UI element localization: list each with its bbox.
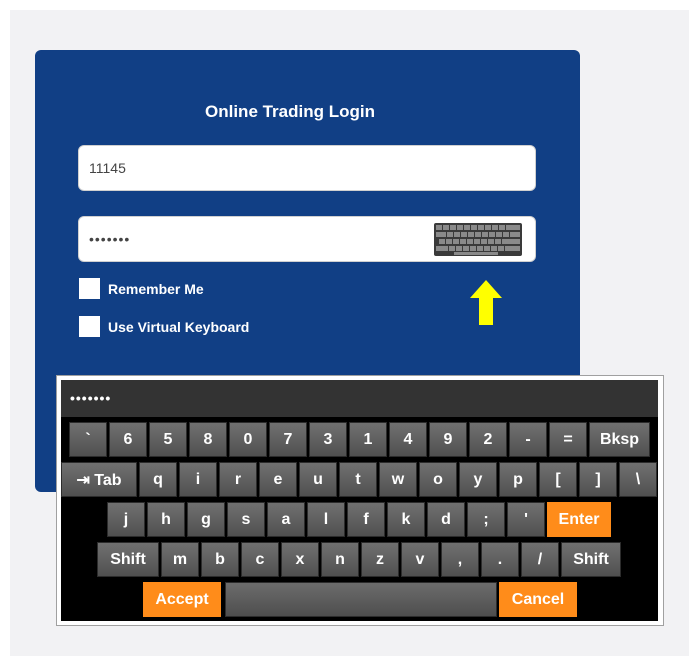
key-d[interactable]: d — [427, 502, 465, 537]
key-bksp[interactable]: Bksp — [589, 422, 650, 457]
key-3[interactable]: 3 — [309, 422, 347, 457]
key-backslash[interactable]: \ — [619, 462, 657, 497]
key-v[interactable]: v — [401, 542, 439, 577]
key-r[interactable]: r — [219, 462, 257, 497]
username-input[interactable] — [78, 145, 536, 191]
key-c[interactable]: c — [241, 542, 279, 577]
keyboard-thumbnail-icon[interactable] — [434, 223, 522, 256]
key-4[interactable]: 4 — [389, 422, 427, 457]
remember-me-row[interactable]: Remember Me — [79, 278, 204, 299]
key-period[interactable]: . — [481, 542, 519, 577]
accept-button[interactable]: Accept — [143, 582, 221, 617]
virtual-keyboard: ••••••• ` 6 5 8 0 7 3 1 4 9 2- = Bksp ⇥ Tab q i r e u t w o y p… — [61, 380, 658, 621]
key-g[interactable]: g — [187, 502, 225, 537]
key-u[interactable]: u — [299, 462, 337, 497]
key-5[interactable]: 5 — [149, 422, 187, 457]
key-t[interactable]: t — [339, 462, 377, 497]
remember-me-checkbox[interactable] — [79, 278, 100, 299]
virtual-keyboard-label: Use Virtual Keyboard — [108, 318, 250, 335]
key-6[interactable]: 6 — [109, 422, 147, 457]
key-semicolon[interactable]: ; — [467, 502, 505, 537]
key-shift-right[interactable]: Shift — [561, 542, 621, 577]
key-w[interactable]: w — [379, 462, 417, 497]
key-b[interactable]: b — [201, 542, 239, 577]
cancel-button[interactable]: Cancel — [499, 582, 577, 617]
key-comma[interactable]: , — [441, 542, 479, 577]
space-bar[interactable] — [225, 582, 497, 617]
key-8[interactable]: 8 — [189, 422, 227, 457]
key-q[interactable]: q — [139, 462, 177, 497]
key-y[interactable]: y — [459, 462, 497, 497]
virtual-keyboard-checkbox[interactable] — [79, 316, 100, 337]
login-title: Online Trading Login — [205, 102, 375, 121]
remember-me-label: Remember Me — [108, 280, 204, 297]
key-1[interactable]: 1 — [349, 422, 387, 457]
key-f[interactable]: f — [347, 502, 385, 537]
key-x[interactable]: x — [281, 542, 319, 577]
key-i[interactable]: i — [179, 462, 217, 497]
key-backtick[interactable]: ` — [69, 422, 107, 457]
key-k[interactable]: k — [387, 502, 425, 537]
key-slash[interactable]: / — [521, 542, 559, 577]
key-a[interactable]: a — [267, 502, 305, 537]
key-z[interactable]: z — [361, 542, 399, 577]
key-p[interactable]: p — [499, 462, 537, 497]
key-h[interactable]: h — [147, 502, 185, 537]
key-left-bracket[interactable]: [ — [539, 462, 577, 497]
key-o[interactable]: o — [419, 462, 457, 497]
key-j[interactable]: j — [107, 502, 145, 537]
arrow-up-icon — [470, 280, 502, 325]
key-tab[interactable]: ⇥ Tab — [61, 462, 137, 497]
key-enter[interactable]: Enter — [547, 502, 611, 537]
key-s[interactable]: s — [227, 502, 265, 537]
key-shift-left[interactable]: Shift — [97, 542, 159, 577]
key-2[interactable]: 2 — [469, 422, 507, 457]
virtual-keyboard-row[interactable]: Use Virtual Keyboard — [79, 316, 249, 337]
key-e[interactable]: e — [259, 462, 297, 497]
keyboard-display: ••••••• — [61, 380, 658, 417]
key-9[interactable]: 9 — [429, 422, 467, 457]
key-m[interactable]: m — [161, 542, 199, 577]
key-quote[interactable]: ' — [507, 502, 545, 537]
key-minus[interactable]: - — [509, 422, 547, 457]
key-right-bracket[interactable]: ] — [579, 462, 617, 497]
key-7[interactable]: 7 — [269, 422, 307, 457]
key-n[interactable]: n — [321, 542, 359, 577]
key-l[interactable]: l — [307, 502, 345, 537]
key-0[interactable]: 0 — [229, 422, 267, 457]
key-equals[interactable]: = — [549, 422, 587, 457]
